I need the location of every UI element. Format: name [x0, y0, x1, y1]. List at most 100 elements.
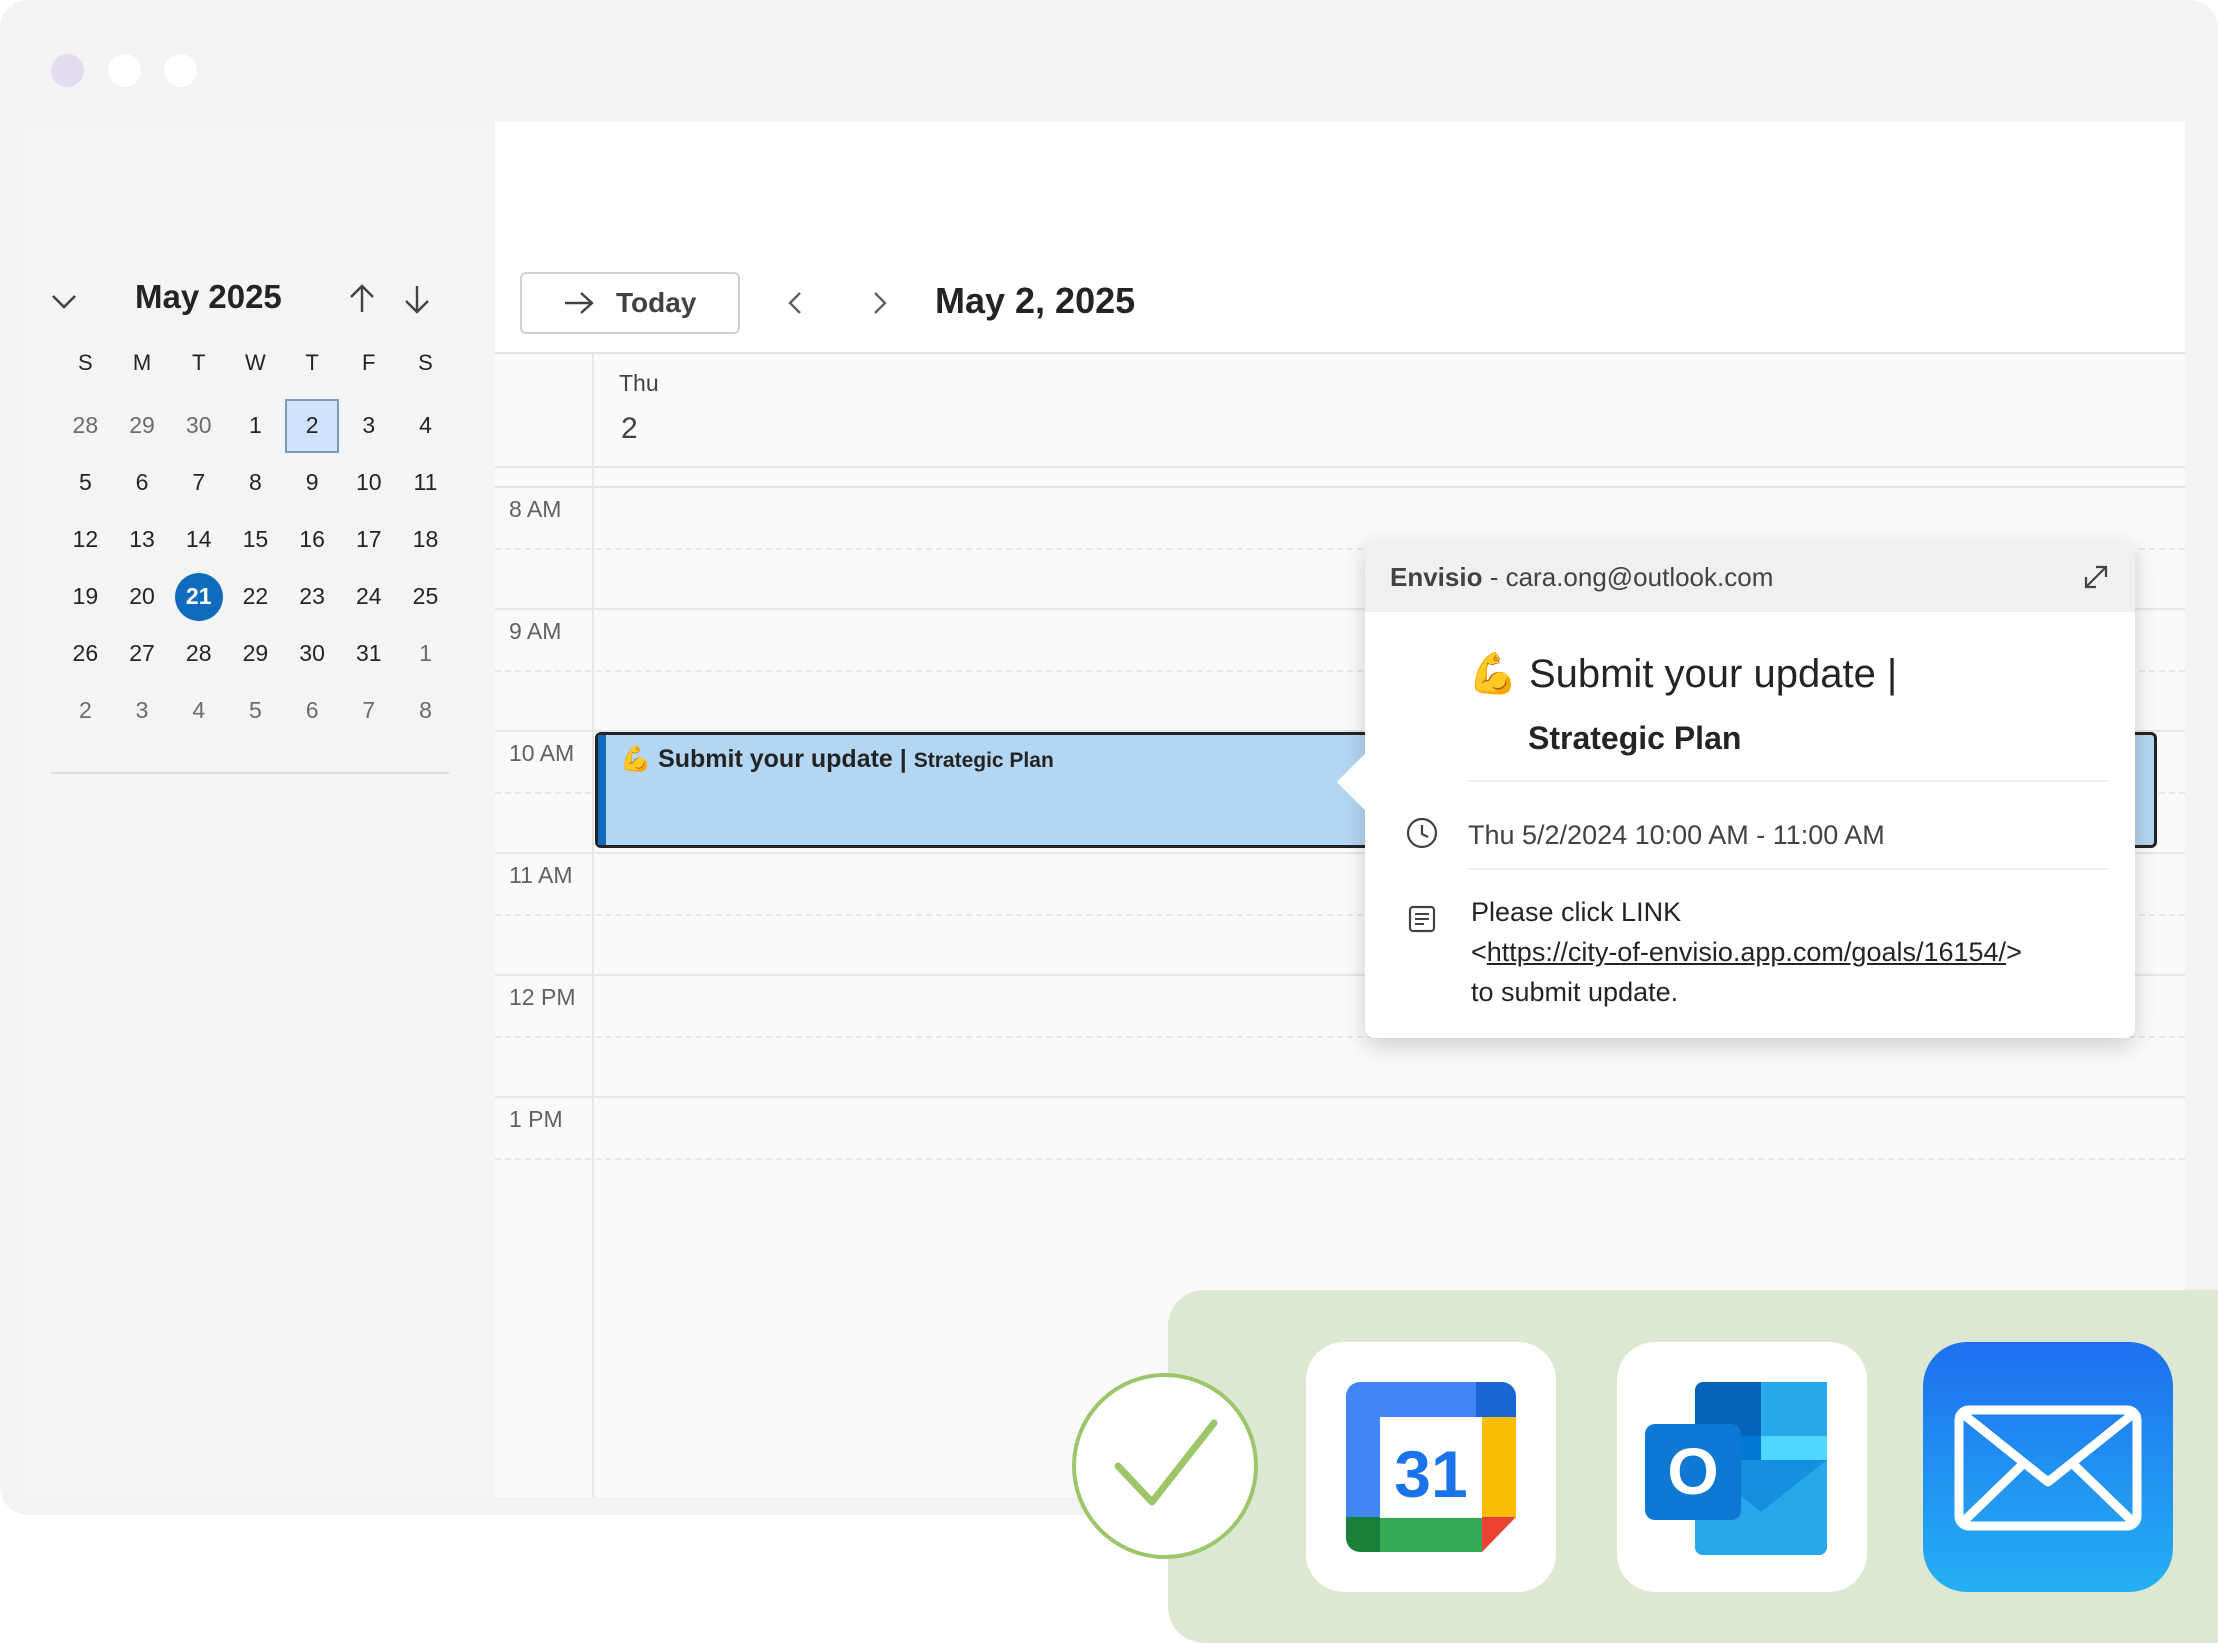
mini-calendar-week: 5 6 7 8 9 10 11: [57, 454, 454, 511]
popup-divider: [1468, 868, 2108, 870]
window-dot[interactable]: [108, 54, 141, 87]
mini-calendar-day[interactable]: 2: [284, 397, 341, 454]
hour-row[interactable]: 1 PM: [495, 1098, 2185, 1220]
goal-link[interactable]: https://city-of-envisio.app.com/goals/16…: [1487, 937, 2006, 967]
mini-day-number: 6: [135, 469, 149, 495]
mini-calendar-day[interactable]: 4: [170, 682, 227, 739]
mini-calendar-day[interactable]: 20: [114, 568, 171, 625]
mini-day-number: 8: [419, 697, 432, 723]
mini-day-number: 25: [412, 583, 439, 609]
weekday-header: T: [305, 350, 319, 375]
weekday-header-row: S M T W T F S: [57, 340, 454, 397]
mini-calendar-day[interactable]: 24: [340, 568, 397, 625]
mini-day-number: 6: [305, 697, 319, 723]
mini-calendar-day[interactable]: 23: [284, 568, 341, 625]
mini-day-number: 10: [355, 469, 382, 495]
mini-day-number: 7: [192, 469, 206, 495]
popup-divider: [1468, 780, 2108, 782]
mini-day-number: 5: [78, 469, 92, 495]
chevron-down-icon[interactable]: [45, 282, 83, 320]
sidebar-divider: [51, 772, 449, 774]
expand-icon[interactable]: [2081, 562, 2111, 592]
mini-calendar-day[interactable]: 5: [57, 454, 114, 511]
apple-mail-tile[interactable]: [1923, 1342, 2173, 1592]
mini-calendar-day[interactable]: 4: [397, 397, 454, 454]
mini-calendar-day[interactable]: 29: [114, 397, 171, 454]
popup-title-text: Submit your update |: [1528, 652, 1898, 696]
mini-calendar-day[interactable]: 9: [284, 454, 341, 511]
mini-calendar-day[interactable]: 12: [57, 511, 114, 568]
popup-organizer: Envisio - cara.ong@outlook.com: [1390, 562, 1773, 593]
event-subtitle: Strategic Plan: [913, 749, 1054, 772]
arrow-up-icon[interactable]: [343, 280, 381, 318]
mini-calendar-day[interactable]: 5: [227, 682, 284, 739]
window-dot[interactable]: [164, 54, 197, 87]
mini-calendar-day[interactable]: 31: [340, 625, 397, 682]
mini-calendar-day[interactable]: 27: [114, 625, 171, 682]
mini-day-number: 17: [355, 526, 382, 552]
mini-day-number: 4: [192, 697, 206, 723]
event-time: Thu 5/2/2024 10:00 AM - 11:00 AM: [1468, 820, 1885, 850]
mini-calendar-day[interactable]: 15: [227, 511, 284, 568]
chevron-right-icon[interactable]: [861, 285, 897, 321]
mini-calendar-day[interactable]: 6: [114, 454, 171, 511]
hour-label: 12 PM: [509, 984, 576, 1010]
mini-calendar-month[interactable]: May 2025: [135, 278, 282, 316]
mini-day-number: 26: [72, 640, 99, 666]
day-number-label: 2: [621, 412, 638, 445]
mini-day-number: 18: [412, 526, 439, 552]
notes-line: Please click LINK: [1471, 897, 1682, 927]
mini-calendar-day[interactable]: 3: [340, 397, 397, 454]
mini-calendar-day[interactable]: 3: [114, 682, 171, 739]
mini-calendar-day[interactable]: 21: [170, 568, 227, 625]
mini-calendar-day[interactable]: 28: [170, 625, 227, 682]
mini-calendar-day[interactable]: 7: [340, 682, 397, 739]
mini-calendar-day[interactable]: 28: [57, 397, 114, 454]
mini-calendar-week: 12 13 14 15 16 17 18: [57, 511, 454, 568]
mini-calendar-day[interactable]: 25: [397, 568, 454, 625]
day-column-header[interactable]: Thu 2: [495, 354, 2185, 468]
outlook-tile[interactable]: O: [1617, 1342, 1867, 1592]
mini-calendar-day[interactable]: 1: [397, 625, 454, 682]
mini-calendar-day[interactable]: 29: [227, 625, 284, 682]
mini-calendar-day[interactable]: 17: [340, 511, 397, 568]
today-button[interactable]: Today: [520, 272, 740, 334]
mini-calendar-day[interactable]: 7: [170, 454, 227, 511]
popup-event-title: 💪 Submit your update |: [1468, 650, 1897, 697]
organizer-name: Envisio: [1390, 562, 1483, 592]
mini-calendar-day[interactable]: 2: [57, 682, 114, 739]
mini-calendar-day[interactable]: 14: [170, 511, 227, 568]
chevron-left-icon[interactable]: [778, 285, 814, 321]
event-accent-bar: [598, 735, 606, 845]
window-dot[interactable]: [51, 54, 84, 87]
mini-day-number: 9: [305, 469, 319, 495]
mini-calendar-day[interactable]: 22: [227, 568, 284, 625]
mini-calendar-day[interactable]: 8: [397, 682, 454, 739]
mini-calendar-day[interactable]: 30: [170, 397, 227, 454]
mini-calendar-day[interactable]: 6: [284, 682, 341, 739]
mini-calendar-day[interactable]: 11: [397, 454, 454, 511]
mini-calendar-day[interactable]: 16: [284, 511, 341, 568]
hour-label: 1 PM: [509, 1106, 563, 1132]
mini-day-number: 16: [299, 526, 325, 552]
mini-day-number: 27: [129, 640, 155, 666]
all-day-strip[interactable]: [495, 468, 2185, 488]
mini-calendar-day[interactable]: 30: [284, 625, 341, 682]
flexed-biceps-emoji: 💪: [1468, 652, 1518, 696]
mini-day-number: 2: [285, 398, 340, 453]
hour-label: 10 AM: [509, 740, 575, 766]
mini-calendar-day[interactable]: 18: [397, 511, 454, 568]
arrow-down-icon[interactable]: [398, 280, 436, 318]
mini-calendar-day[interactable]: 26: [57, 625, 114, 682]
mini-day-number: 29: [242, 640, 269, 666]
google-calendar-tile[interactable]: 31: [1306, 1342, 1556, 1592]
mini-calendar-day[interactable]: 19: [57, 568, 114, 625]
outlook-icon: O: [1645, 1382, 1827, 1555]
mini-calendar-day[interactable]: 10: [340, 454, 397, 511]
mini-calendar-day[interactable]: 8: [227, 454, 284, 511]
mini-calendar-day[interactable]: 13: [114, 511, 171, 568]
mini-calendar-day[interactable]: 1: [227, 397, 284, 454]
mini-day-number: 31: [355, 640, 382, 666]
today-button-label: Today: [616, 287, 697, 318]
mini-calendar-week: 2 3 4 5 6 7 8: [57, 682, 454, 739]
